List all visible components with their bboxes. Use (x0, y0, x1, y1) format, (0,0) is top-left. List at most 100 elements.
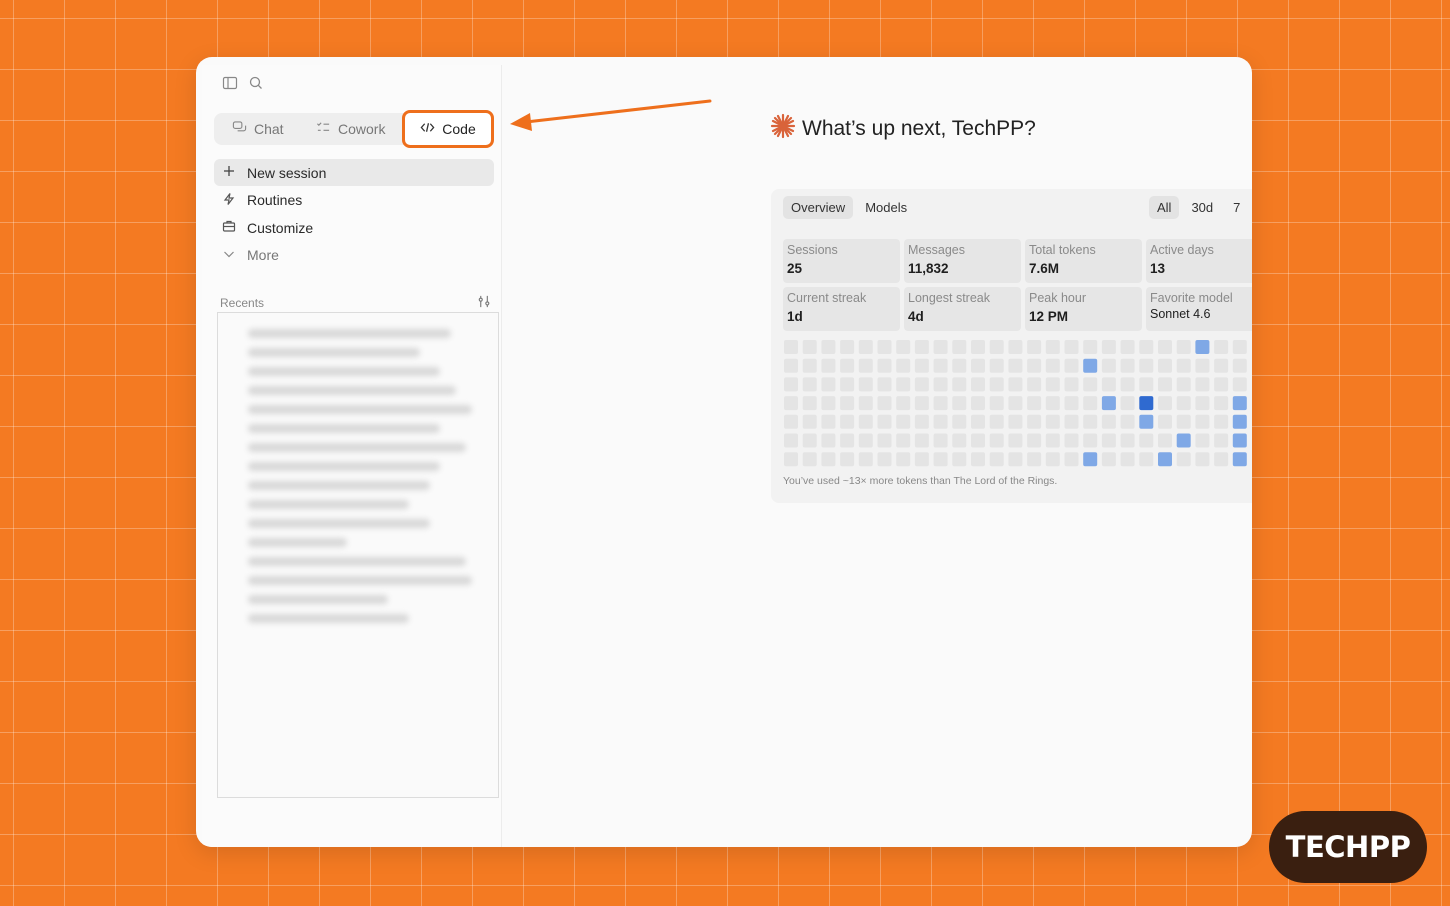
recent-item-blurred[interactable] (248, 481, 430, 490)
heatmap-cell (821, 340, 836, 354)
heatmap-cell (1195, 396, 1210, 411)
heatmap-cell (840, 340, 855, 354)
heatmap-cell (896, 377, 911, 392)
heatmap-cell (1139, 433, 1154, 448)
bolt-icon (222, 192, 236, 209)
customize-nav-item[interactable]: Customize (214, 214, 494, 241)
range-30d[interactable]: 30d (1183, 196, 1221, 219)
heatmap-cell (1083, 414, 1098, 429)
recents-title: Recents (220, 296, 265, 310)
recent-item-blurred[interactable] (248, 595, 389, 604)
heatmap-cell (971, 414, 985, 429)
heatmap-cell (952, 414, 967, 429)
filter-sliders-icon[interactable] (477, 294, 492, 312)
heatmap-cell (933, 396, 948, 411)
recent-item-blurred[interactable] (248, 405, 472, 414)
heatmap-cell (1120, 452, 1135, 467)
heatmap-cell (821, 452, 836, 467)
heatmap-cell (933, 358, 948, 373)
recent-item-blurred[interactable] (248, 576, 472, 585)
recent-item-blurred[interactable] (248, 348, 420, 357)
heatmap-cell (802, 340, 817, 354)
more-nav-item[interactable]: More (214, 242, 494, 269)
code-mode-tab[interactable]: Code (402, 110, 494, 148)
stat-label: Active days (1150, 243, 1214, 257)
routines-nav-item[interactable]: Routines (214, 187, 494, 214)
heatmap-cell (1008, 377, 1023, 392)
heatmap-cell (1045, 358, 1060, 373)
heatmap-cell (914, 377, 929, 392)
annotation-arrow (510, 99, 712, 131)
heatmap-cell (821, 433, 836, 448)
sidebar-toolbar (222, 75, 264, 96)
new-session-button[interactable]: New session (214, 159, 494, 186)
heatmap-cell (784, 433, 798, 448)
heatmap-cell (1195, 452, 1210, 467)
heatmap-cell (1139, 452, 1154, 467)
heatmap-cell (1176, 396, 1191, 411)
heatmap-cell (1214, 414, 1229, 429)
heatmap-cell-active (1139, 414, 1154, 429)
heatmap-cell (1083, 377, 1098, 392)
heatmap-cell (1083, 396, 1098, 411)
heatmap-cell-active (1158, 452, 1172, 467)
heatmap-cell (821, 358, 836, 373)
recent-item-blurred[interactable] (248, 367, 441, 376)
cowork-mode-label: Cowork (338, 121, 386, 137)
recent-item-blurred[interactable] (248, 329, 451, 338)
recent-item-blurred[interactable] (248, 386, 456, 395)
heatmap-cell (1101, 340, 1116, 354)
heatmap-cell (784, 358, 798, 373)
heatmap-cell (877, 340, 892, 354)
recent-item-blurred[interactable] (248, 557, 467, 566)
heatmap-cell (1064, 358, 1079, 373)
heatmap-cell (802, 396, 817, 411)
range-all[interactable]: All (1149, 196, 1180, 219)
recent-item-blurred[interactable] (248, 614, 410, 623)
heatmap-cell (1027, 433, 1042, 448)
stat-label: Favorite model (1150, 291, 1233, 305)
heatmap-cell (1008, 414, 1023, 429)
heatmap-cell (1214, 396, 1229, 411)
cowork-mode-tab[interactable]: Cowork (316, 113, 385, 145)
heatmap-cell (877, 396, 892, 411)
heatmap-cell (784, 452, 798, 467)
tab-overview[interactable]: Overview (783, 196, 854, 219)
recent-item-blurred[interactable] (248, 462, 441, 471)
heatmap-cell (858, 414, 873, 429)
heatmap-cell (858, 433, 873, 448)
heatmap-cell (1158, 340, 1172, 354)
stat-value: 25 (787, 261, 803, 276)
heatmap-cell (858, 377, 873, 392)
recent-item-blurred[interactable] (248, 424, 441, 433)
heatmap-cell-active (1232, 452, 1247, 467)
heatmap-cell (840, 452, 855, 467)
chat-mode-tab[interactable]: Chat (232, 113, 284, 145)
recent-item-blurred[interactable] (248, 538, 347, 547)
stat-card-sessions: Sessions 25 (783, 239, 900, 283)
heatmap-cell (1064, 452, 1079, 467)
heatmap-cell (1139, 340, 1154, 354)
heatmap-cell (1008, 358, 1023, 373)
brand-logo: TECHPP (1269, 811, 1427, 883)
heatmap-cell (1195, 433, 1210, 448)
heatmap-cell (896, 452, 911, 467)
sidebar-toggle-icon[interactable] (222, 75, 238, 96)
heatmap-cell (784, 340, 798, 354)
heatmap-cell (1176, 452, 1191, 467)
heatmap-cell (952, 340, 967, 354)
heatmap-cell (1214, 358, 1229, 373)
heatmap-cell (784, 377, 798, 392)
heatmap-cell (1120, 340, 1135, 354)
recent-item-blurred[interactable] (248, 519, 430, 528)
stat-card-active-days: Active days 13 (1146, 239, 1252, 283)
heatmap-cell (1214, 377, 1229, 392)
heatmap-cell (1232, 377, 1247, 392)
heatmap-cell (1101, 377, 1116, 392)
tab-models[interactable]: Models (857, 196, 915, 219)
recent-item-blurred[interactable] (248, 443, 467, 452)
range-7d[interactable]: 7 (1225, 196, 1248, 219)
search-icon[interactable] (248, 75, 264, 96)
recent-item-blurred[interactable] (248, 500, 410, 509)
heatmap-cell (989, 452, 1004, 467)
